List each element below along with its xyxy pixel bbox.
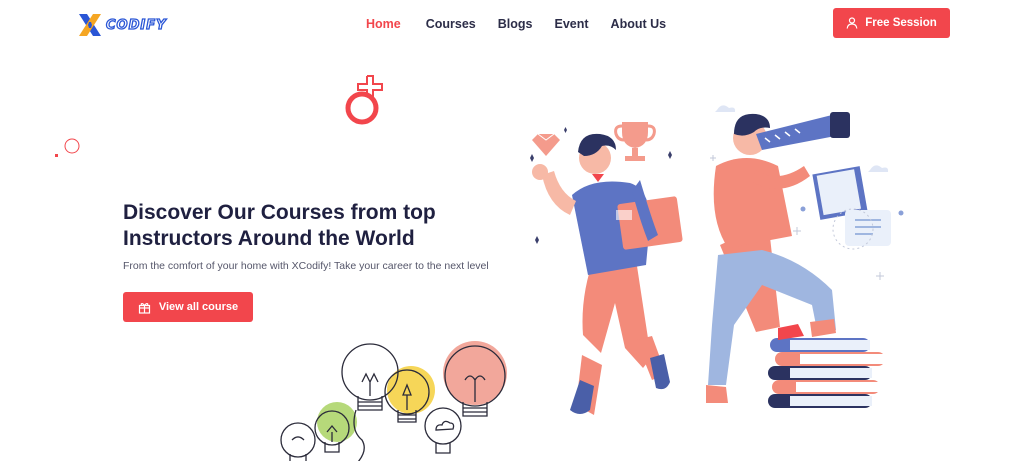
nav-item-blogs[interactable]: Blogs <box>498 17 533 31</box>
logo-x-mark-icon <box>79 14 101 36</box>
main-nav: Home Courses Blogs Event About Us <box>366 17 666 31</box>
circle-dot-decoration <box>55 138 80 157</box>
gift-box-icon <box>138 302 150 314</box>
logo-text: CODIFY <box>105 17 167 33</box>
nav-item-home[interactable]: Home <box>366 17 401 31</box>
site-header: CODIFY Home Courses Blogs Event About Us… <box>0 0 1024 50</box>
view-all-course-label: View all course <box>158 301 239 313</box>
hero-title: Discover Our Courses from top Instructor… <box>123 201 436 250</box>
free-session-label: Free Session <box>865 17 937 29</box>
nav-item-courses[interactable]: Courses <box>426 17 476 31</box>
light-bulbs-illustration <box>280 341 507 461</box>
free-session-button[interactable]: Free Session <box>833 8 950 38</box>
students-illustration <box>530 105 904 415</box>
user-icon <box>846 17 858 29</box>
nav-item-event[interactable]: Event <box>555 17 589 31</box>
nav-item-about-us[interactable]: About Us <box>611 17 667 31</box>
female-symbol-decoration <box>345 75 383 125</box>
logo[interactable]: CODIFY <box>76 11 167 39</box>
hero-subtitle: From the comfort of your home with XCodi… <box>123 260 489 272</box>
view-all-course-button[interactable]: View all course <box>123 292 253 322</box>
